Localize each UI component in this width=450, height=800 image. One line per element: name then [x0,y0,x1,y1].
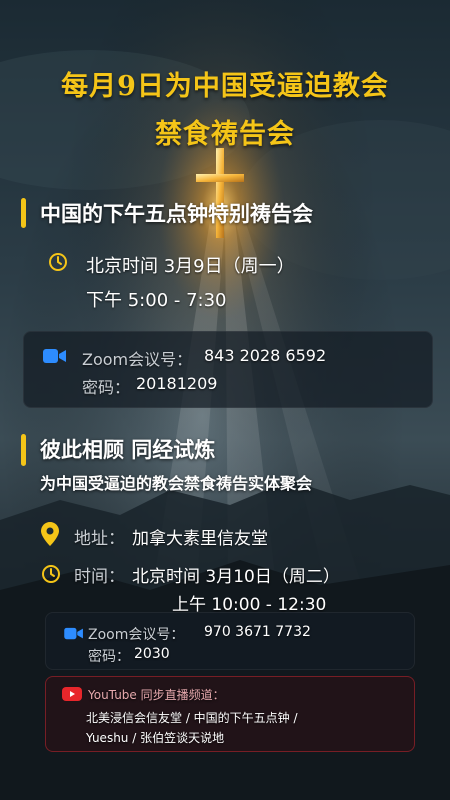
video-camera-icon [64,627,83,640]
section2-youtube-line1[interactable]: 北美浸信会信友堂 / 中国的下午五点钟 / [86,709,298,726]
section1-zoom-label: Zoom会议号： [82,350,193,369]
section1-zoom-id[interactable]: 843 2028 6592 [204,346,326,365]
page-title-line2: 禁食祷告会 [155,119,295,150]
section2-address-label: 地址： [74,529,125,549]
section1-time-line2: 下午 5:00 - 7:30 [86,290,227,311]
clock-icon [42,565,60,583]
map-pin-icon [41,522,59,546]
section1-time-line1: 北京时间 3月9日（周一） [86,256,295,277]
video-camera-icon [43,349,66,363]
section1-zoom-card: Zoom会议号： 843 2028 6592 密码： 20181209 [23,331,433,408]
clock-icon [49,253,67,271]
youtube-icon [62,687,82,701]
section1-accent-bar [21,198,26,228]
section2-zoom-id[interactable]: 970 3671 7732 [204,624,311,640]
section2-youtube-card: YouTube 同步直播频道： 北美浸信会信友堂 / 中国的下午五点钟 / Yu… [45,676,415,752]
section2-subheading: 为中国受逼迫的教会禁食祷告实体聚会 [40,474,313,493]
section1-heading: 中国的下午五点钟特别祷告会 [40,201,313,226]
section2-time-line1: 北京时间 3月10日（周二） [132,567,340,587]
section2-youtube-label: YouTube 同步直播频道： [88,688,225,702]
section2-password[interactable]: 2030 [134,646,170,662]
section2-accent-bar [21,434,26,466]
section1-password[interactable]: 20181209 [136,374,217,393]
section2-youtube-line2[interactable]: Yueshu / 张伯笠谈天说地 [86,729,224,746]
page-title-line1: 每月9日为中国受逼迫教会 [61,71,389,102]
section2-zoom-label: Zoom会议号： [88,627,185,643]
section2-password-label: 密码： [88,649,130,665]
section2-time-label: 时间： [74,567,125,587]
section2-zoom-card: Zoom会议号： 970 3671 7732 密码： 2030 [45,612,415,670]
section1-password-label: 密码： [82,378,131,397]
section2-address: 加拿大素里信友堂 [132,529,268,549]
section2-heading: 彼此相顾 同经试炼 [40,437,216,462]
